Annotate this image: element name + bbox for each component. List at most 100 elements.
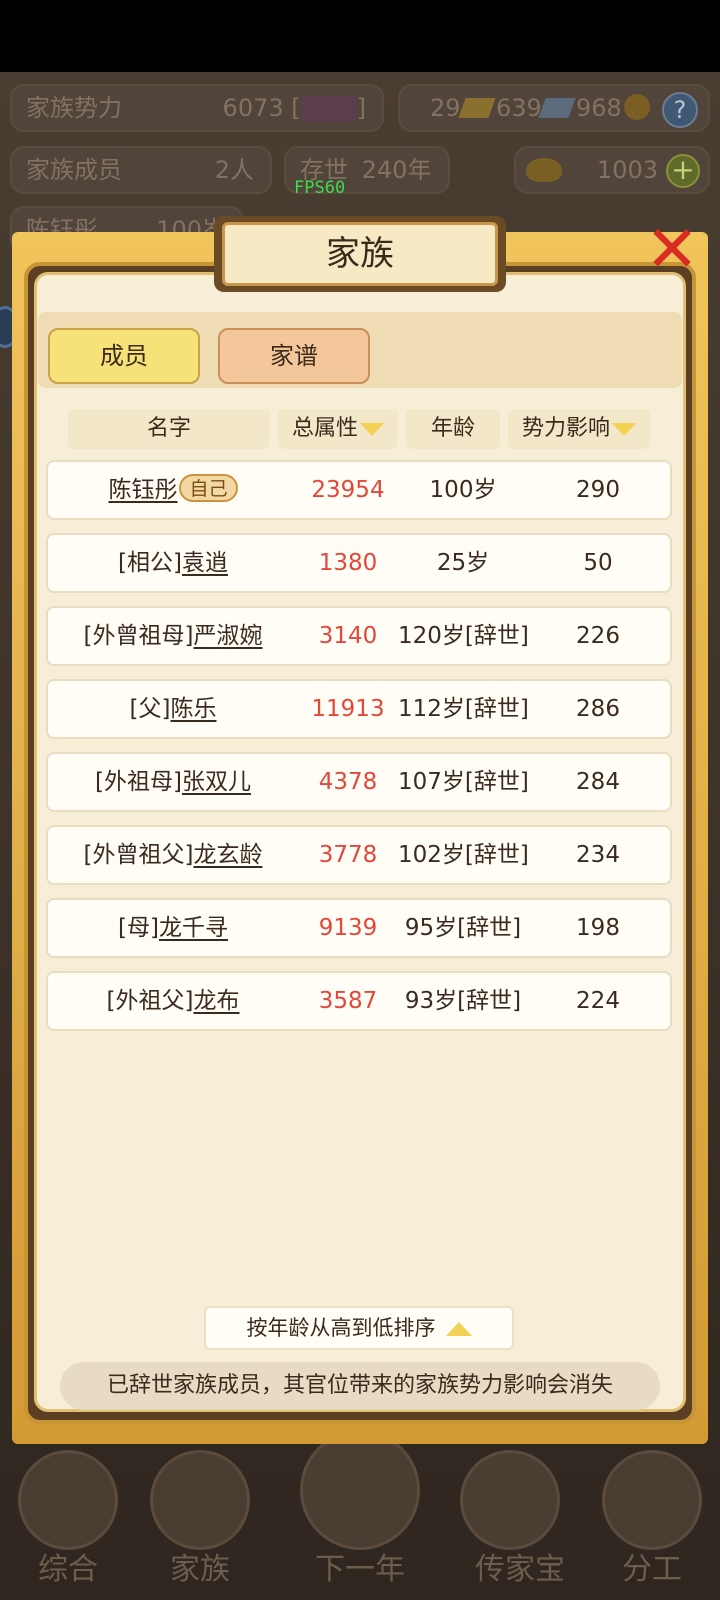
sort-by-age-label: 按年龄从高到低排序: [246, 1316, 436, 1340]
member-name[interactable]: 龙布: [193, 988, 239, 1014]
tab-genealogy[interactable]: 家谱: [218, 328, 370, 384]
status-bar: [0, 0, 720, 72]
member-influence: 290: [576, 477, 620, 503]
member-name[interactable]: 龙千寻: [159, 915, 228, 941]
table-row[interactable]: [外曾祖母]严淑婉 3140 120岁[辞世] 226: [46, 606, 672, 666]
member-age: 112岁[辞世]: [398, 696, 529, 722]
table-row[interactable]: [母]龙千寻 9139 95岁[辞世] 198: [46, 898, 672, 958]
gold-bar-icon: [458, 98, 496, 118]
table-row[interactable]: [外曾祖父]龙玄龄 3778 102岁[辞世] 234: [46, 825, 672, 885]
nav-assign[interactable]: 分工: [592, 1430, 712, 1600]
nav-next-year[interactable]: 下一年: [290, 1430, 430, 1600]
member-name[interactable]: 陈钰彤: [108, 477, 177, 503]
member-age: 95岁[辞世]: [404, 915, 522, 941]
table-row[interactable]: 陈钰彤 自己 23954 100岁 290: [46, 460, 672, 520]
column-header-total-attr[interactable]: 总属性: [278, 409, 398, 449]
cloud-icon: [460, 1450, 560, 1550]
self-badge: 自己: [179, 474, 238, 502]
member-relation: [相公]: [118, 550, 182, 576]
member-name-cell: [外曾祖母]严淑婉: [48, 608, 298, 664]
column-header-total-attr-label: 总属性: [291, 416, 358, 441]
member-age: 93岁[辞世]: [404, 988, 522, 1014]
member-name-cell: [外曾祖父]龙玄龄: [48, 827, 298, 883]
member-relation: [外曾祖父]: [83, 842, 194, 868]
member-influence: 286: [576, 696, 620, 722]
member-relation: [母]: [118, 915, 159, 941]
nav-heirloom[interactable]: 传家宝: [450, 1430, 590, 1600]
member-age: 107岁[辞世]: [398, 769, 529, 795]
member-name-cell: [外祖母]张双儿: [48, 754, 298, 810]
member-influence: 198: [576, 915, 620, 941]
member-name-cell: [外祖父]龙布: [48, 973, 298, 1029]
member-total-attr: 3587: [318, 988, 378, 1014]
member-name-cell: [父]陈乐: [48, 681, 298, 737]
sort-by-age-button[interactable]: 按年龄从高到低排序: [204, 1306, 514, 1350]
member-name[interactable]: 陈乐: [170, 696, 216, 722]
member-name-cell: [母]龙千寻: [48, 900, 298, 956]
ingot-icon: [526, 158, 562, 182]
member-name[interactable]: 张双儿: [182, 769, 251, 795]
close-x-icon[interactable]: ✕: [636, 214, 708, 286]
nav-general-label: 综合: [38, 1552, 98, 1587]
sort-up-icon: [445, 1322, 472, 1336]
table-row[interactable]: [外祖母]张双儿 4378 107岁[辞世] 284: [46, 752, 672, 812]
nav-next-year-label: 下一年: [315, 1552, 405, 1587]
column-header-name-label: 名字: [146, 416, 191, 441]
member-name[interactable]: 袁逍: [182, 550, 228, 576]
member-influence: 50: [583, 550, 613, 576]
alive-value: 240年: [361, 156, 432, 184]
member-total-attr: 4378: [318, 769, 378, 795]
member-influence: 224: [576, 988, 620, 1014]
family-members-pill: 家族成员 2人: [10, 146, 272, 194]
member-relation: [父]: [129, 696, 171, 722]
add-ingot-icon[interactable]: +: [666, 154, 700, 188]
member-age: 102岁[辞世]: [398, 842, 529, 868]
influence-rank: [300, 96, 357, 122]
member-name-cell: 陈钰彤 自己: [48, 462, 298, 518]
fps-counter: FPS60: [294, 178, 346, 198]
deceased-notice: 已辞世家族成员，其官位带来的家族势力影响会消失: [60, 1362, 660, 1410]
member-age: 100岁: [429, 477, 497, 503]
tab-members[interactable]: 成员: [48, 328, 200, 384]
table-row[interactable]: [父]陈乐 11913 112岁[辞世] 286: [46, 679, 672, 739]
member-influence: 226: [576, 623, 620, 649]
column-header-influence[interactable]: 势力影响: [508, 409, 650, 449]
member-influence: 284: [576, 769, 620, 795]
member-relation: [外祖父]: [106, 988, 194, 1014]
influence-suffix: ]: [356, 94, 366, 122]
column-header-age: 年龄: [406, 409, 500, 449]
member-age: 25岁: [436, 550, 490, 576]
member-name[interactable]: 严淑婉: [193, 623, 262, 649]
member-name[interactable]: 龙玄龄: [193, 842, 262, 868]
house-icon: [150, 1450, 250, 1550]
nav-family-label: 家族: [170, 1552, 230, 1587]
modal-title: 家族: [222, 222, 498, 286]
coins-value: 968: [576, 94, 622, 122]
nav-assign-label: 分工: [622, 1552, 682, 1587]
column-header-age-label: 年龄: [430, 416, 475, 441]
column-header-influence-label: 势力影响: [521, 416, 610, 441]
influence-label: 家族势力: [26, 94, 122, 122]
nav-family[interactable]: 家族: [140, 1430, 260, 1600]
nav-general[interactable]: 综合: [8, 1430, 128, 1600]
family-influence-pill: 家族势力 6073 []: [10, 84, 384, 132]
sort-down-icon: [360, 422, 384, 436]
member-total-attr: 3778: [318, 842, 378, 868]
table-row[interactable]: [相公]袁逍 1380 25岁 50: [46, 533, 672, 593]
silver-bars-value: 639: [496, 94, 542, 122]
question-icon[interactable]: ?: [662, 92, 698, 128]
title-plate: 家族: [214, 216, 506, 292]
bottom-nav: 综合 家族 下一年 传家宝 分工: [0, 1430, 720, 1600]
member-influence: 234: [576, 842, 620, 868]
table-row[interactable]: [外祖父]龙布 3587 93岁[辞世] 224: [46, 971, 672, 1031]
member-relation: [外曾祖母]: [83, 623, 194, 649]
influence-value: 6073 [: [222, 94, 301, 122]
scroll-icon: [18, 1450, 118, 1550]
members-label: 家族成员: [26, 156, 122, 184]
member-age: 120岁[辞世]: [398, 623, 529, 649]
silver-bar-icon: [538, 98, 576, 118]
member-total-attr: 11913: [311, 696, 385, 722]
portrait-icon: [602, 1450, 702, 1550]
member-total-attr: 3140: [318, 623, 378, 649]
members-value: 2人: [214, 156, 254, 184]
